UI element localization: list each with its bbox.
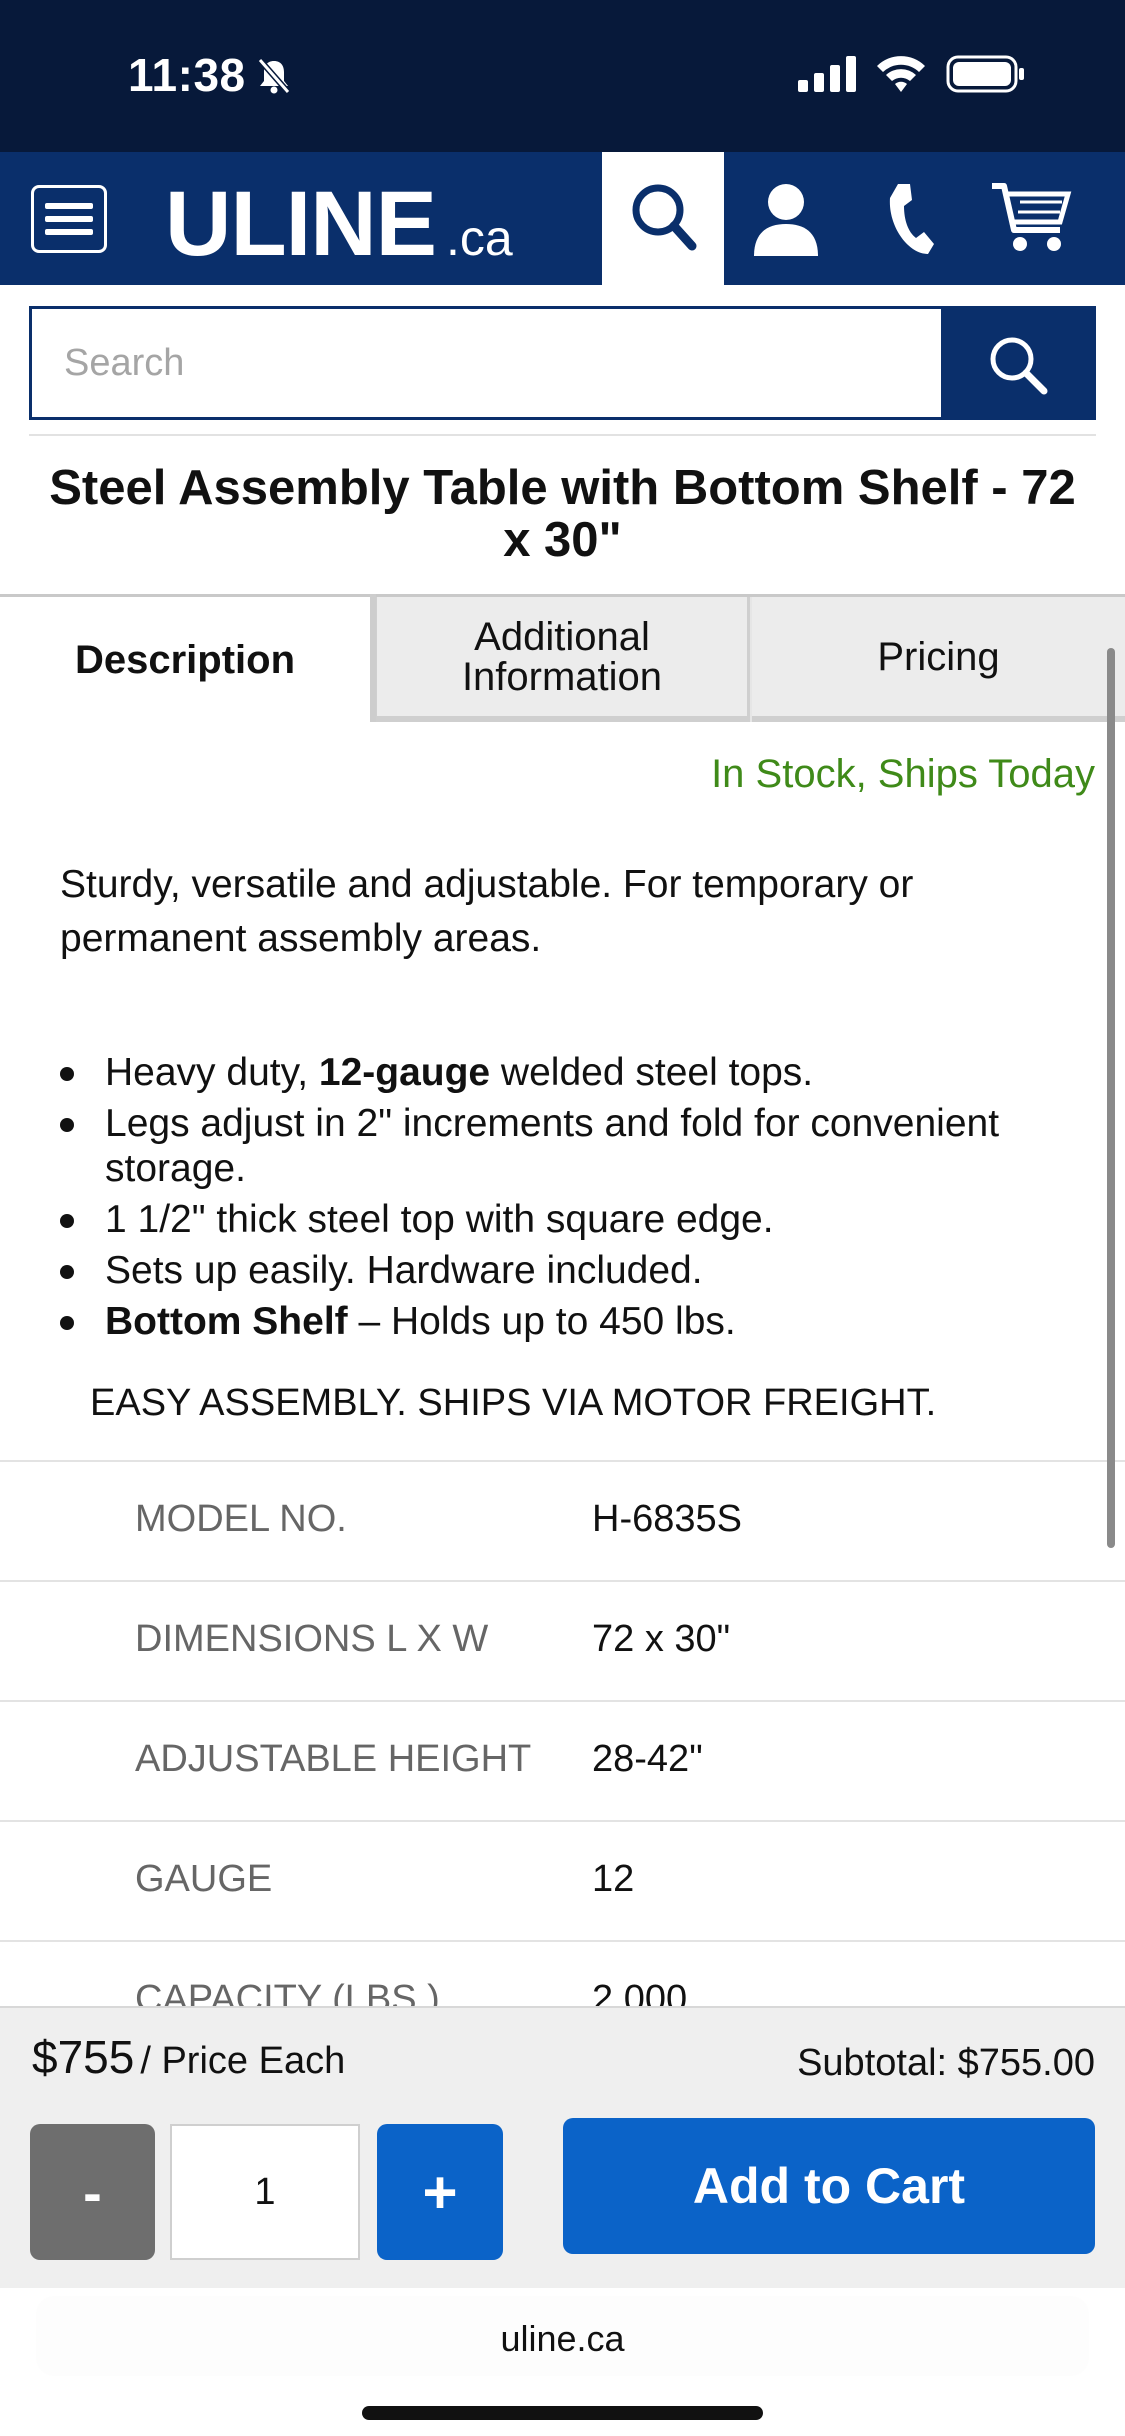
logo-domain: .ca [446,210,513,266]
feature-item: Bottom Shelf – Holds up to 450 lbs. [60,1299,1060,1344]
account-icon[interactable] [750,180,822,258]
subtotal: Subtotal: $755.00 [797,2042,1095,2084]
hamburger-line [45,216,93,222]
browser-address-bar: uline.ca [0,2288,1125,2436]
status-bar: 11:38 [0,0,1125,152]
feature-text: 1 1/2" thick steel top with square edge. [105,1198,774,1241]
feature-bold: Bottom Shelf [105,1300,348,1343]
tab-pricing[interactable]: Pricing [752,597,1125,722]
feature-text: – Holds up to 450 lbs. [347,1300,736,1343]
feature-text: Sets up easily. Hardware included. [105,1249,703,1292]
status-time: 11:38 [128,49,246,101]
table-row: MODEL NO. H-6835S [0,1460,1125,1580]
increase-quantity-button[interactable]: + [377,2124,503,2260]
header-search-button[interactable] [602,152,724,285]
search-icon [632,184,697,251]
product-description: Sturdy, versatile and adjustable. For te… [60,863,914,960]
feature-item: Legs adjust in 2" increments and fold fo… [60,1101,1060,1191]
product-title: Steel Assembly Table with Bottom Shelf -… [49,461,1076,567]
menu-button[interactable] [31,185,107,253]
bell-muted-icon [257,58,291,94]
decrease-quantity-button[interactable]: - [30,2124,155,2260]
feature-item: Heavy duty, 12-gauge welded steel tops. [60,1050,1060,1095]
feature-item: 1 1/2" thick steel top with square edge. [60,1197,1060,1242]
price-unit: / Price Each [140,2040,346,2082]
site-header: ULINE .ca [0,152,1125,285]
purchase-bar: $755/ Price Each Subtotal: $755.00 - + A… [0,2006,1125,2288]
quantity-input[interactable] [170,2124,360,2260]
feature-list: Heavy duty, 12-gauge welded steel tops. … [60,1050,1060,1350]
table-row: DIMENSIONS L X W 72 x 30" [0,1580,1125,1700]
cellular-signal-icon [798,56,856,92]
search-input[interactable] [32,309,944,417]
spec-value: H-6835S [592,1498,742,1540]
stock-status: In Stock, Ships Today [711,752,1095,796]
logo-text: ULINE [165,173,437,275]
divider [29,434,1096,436]
feature-item: Sets up easily. Hardware included. [60,1248,1060,1293]
cart-icon[interactable] [990,180,1072,258]
uline-logo[interactable]: ULINE .ca [165,172,513,277]
table-row: GAUGE 12 [0,1820,1125,1940]
unit-price: $755/ Price Each [32,2030,345,2084]
spec-label: MODEL NO. [135,1498,347,1540]
spec-label: ADJUSTABLE HEIGHT [135,1738,532,1780]
hamburger-line [45,229,93,235]
price-value: $755 [32,2031,135,2083]
spec-value: 28-42" [592,1738,703,1780]
search-bar [29,306,1096,420]
feature-text: Legs adjust in 2" increments and fold fo… [105,1102,1000,1190]
add-to-cart-button[interactable]: Add to Cart [563,2118,1095,2254]
search-submit-button[interactable] [941,309,1093,417]
feature-bold: 12-gauge [318,1051,491,1094]
spec-label: DIMENSIONS L X W [135,1618,489,1660]
tab-description[interactable]: Description [0,597,370,722]
tab-additional-information[interactable]: Additional Information [374,597,750,722]
table-row: ADJUSTABLE HEIGHT 28-42" [0,1700,1125,1820]
tab-label: Additional Information [461,614,663,699]
feature-text: welded steel tops. [490,1051,814,1094]
feature-text: Heavy duty, [105,1051,319,1094]
spec-value: 72 x 30" [592,1618,731,1660]
phone-icon[interactable] [884,180,936,258]
home-indicator[interactable] [362,2406,763,2420]
wifi-icon [877,56,925,92]
tab-edge [370,594,376,722]
hamburger-line [45,203,93,209]
search-icon [990,337,1048,395]
spec-value: 12 [592,1858,635,1900]
page-scrollbar[interactable] [1107,648,1115,1548]
spec-label: GAUGE [135,1858,273,1900]
specifications-table: MODEL NO. H-6835S DIMENSIONS L X W 72 x … [0,1460,1125,2060]
product-tabs: Description Additional Information Prici… [0,594,1125,722]
url-text[interactable]: uline.ca [0,2318,1125,2360]
battery-icon [946,55,1024,93]
shipping-note: EASY ASSEMBLY. SHIPS VIA MOTOR FREIGHT. [90,1382,937,1424]
